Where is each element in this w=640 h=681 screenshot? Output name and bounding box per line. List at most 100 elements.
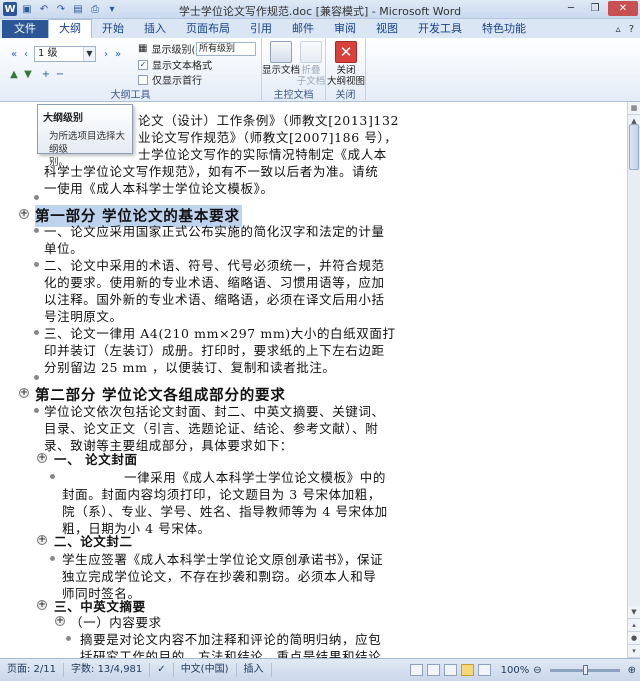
draft-view-icon[interactable] [477, 664, 491, 676]
tab-mailings[interactable]: 邮件 [282, 20, 324, 38]
show-level-value: 所有级别 [199, 44, 236, 54]
doc-line: 一、论文应采用国家正式公布实施的简化汉字和法定的计量 [44, 224, 385, 239]
zoom-out-icon[interactable]: ⊖ [533, 665, 541, 676]
expand-heading-icon[interactable]: + [37, 600, 47, 610]
tab-file[interactable]: 文件 [2, 20, 48, 38]
subdocument-icon [300, 41, 322, 63]
zoom-slider-knob[interactable] [582, 664, 588, 675]
tooltip-title: 大纲级别 [43, 113, 83, 124]
show-first-line-checkbox[interactable] [138, 74, 148, 85]
expand-icon[interactable]: + [40, 68, 52, 80]
word-count[interactable]: 字数: 13/4,981 [64, 663, 151, 677]
outline-view-icon[interactable] [460, 664, 474, 676]
promote-to-heading1-icon[interactable]: « [8, 48, 20, 60]
tab-references[interactable]: 引用 [240, 20, 282, 38]
demote-icon[interactable]: › [100, 48, 112, 60]
tab-developer[interactable]: 开发工具 [408, 20, 472, 38]
promote-icon[interactable]: ‹ [20, 48, 32, 60]
tab-outline[interactable]: 大纲 [48, 19, 92, 38]
page-indicator[interactable]: 页面: 2/11 [0, 663, 65, 677]
word-app-icon[interactable]: W [3, 2, 17, 16]
show-first-line-label: 仅显示首行 [152, 76, 202, 87]
list-bullet[interactable] [34, 330, 39, 335]
vertical-scrollbar[interactable]: ▦ ▲ ▼ ▴ ● ▾ [627, 102, 640, 658]
doc-line: 一使用《成人本科学士学位论文模板》。 [44, 181, 274, 196]
save-icon[interactable]: ▣ [20, 2, 34, 16]
next-page-icon[interactable]: ▾ [628, 645, 640, 658]
undo-icon[interactable]: ↶ [37, 2, 51, 16]
show-text-format-checkbox[interactable]: ✓ [138, 59, 148, 70]
zoom-slider[interactable] [549, 664, 620, 675]
expand-heading-icon[interactable]: + [19, 209, 29, 219]
show-first-line-row[interactable]: 仅显示首行 [138, 73, 202, 87]
tab-home[interactable]: 开始 [92, 20, 134, 38]
chevron-down-icon: ▼ [83, 47, 95, 61]
tab-page-layout[interactable]: 页面布局 [176, 20, 240, 38]
expand-heading-icon[interactable]: + [19, 388, 29, 398]
close-outline-icon: ✕ [335, 41, 357, 63]
empty-bullet[interactable] [34, 375, 39, 380]
status-right: 100% ⊖ ⊕ [409, 664, 640, 676]
help-icon[interactable]: ? [629, 24, 634, 35]
show-text-format-row[interactable]: ✓ 显示文本格式 [138, 58, 212, 72]
list-bullet[interactable] [34, 262, 39, 267]
heading-section1[interactable]: 一、 论文封面 [54, 449, 138, 468]
scroll-thumb[interactable] [629, 124, 639, 170]
expand-heading-icon[interactable]: + [37, 535, 47, 545]
list-bullet[interactable] [34, 408, 39, 413]
ribbon: « ‹ 1 级 ▼ › » ▲ ▼ + − ▦ 显示级别(S): 所有级别 ✓ … [0, 38, 640, 102]
tooltip-line: 别。 [49, 157, 69, 168]
collapse-label-line1: 折叠 [301, 65, 321, 76]
minimize-ribbon-icon[interactable]: ▵ [616, 24, 621, 35]
insert-mode[interactable]: 插入 [237, 663, 272, 677]
language-indicator[interactable]: 中文(中国) [174, 663, 237, 677]
heading-section2[interactable]: 二、论文封二 [54, 531, 133, 550]
tab-review[interactable]: 审阅 [324, 20, 366, 38]
collapse-subdocuments-button[interactable]: 折叠 子文档 [292, 41, 330, 87]
close-outline-view-button[interactable]: ✕ 关闭 大纲视图 [327, 41, 365, 87]
ruler-toggle-icon[interactable]: ▦ [628, 102, 640, 115]
zoom-level[interactable]: 100% [501, 665, 530, 676]
close-group-label: 关闭 [335, 90, 356, 101]
previous-page-icon[interactable]: ▴ [628, 619, 640, 632]
zoom-in-icon[interactable]: ⊕ [628, 665, 636, 676]
outline-tools-group: « ‹ 1 级 ▼ › » ▲ ▼ + − ▦ 显示级别(S): 所有级别 ✓ … [0, 38, 262, 102]
master-document-label: 主控文档 [273, 90, 314, 101]
proofing-icon[interactable]: ✓ [150, 663, 174, 677]
expand-heading-icon[interactable]: + [55, 616, 65, 626]
web-layout-icon[interactable] [443, 664, 457, 676]
select-browse-object-icon[interactable]: ● [628, 632, 640, 645]
demote-to-body-icon[interactable]: » [112, 48, 124, 60]
print-preview-icon[interactable]: ▤ [71, 2, 85, 16]
status-bar: 页面: 2/11 字数: 13/4,981 ✓ 中文(中国) 插入 100% ⊖… [0, 658, 640, 681]
close-icon[interactable]: ✕ [608, 1, 638, 16]
print-layout-view-icon[interactable] [409, 664, 423, 676]
scroll-down-icon[interactable]: ▼ [628, 606, 640, 619]
customize-icon[interactable]: ▾ [105, 2, 119, 16]
doc-line: 分别留边 25 mm ，以便装订、复制和读者批注。 [44, 360, 336, 375]
tooltip-line: 为所选项目选择大纲级 [49, 131, 126, 155]
ribbon-tabs: 文件 大纲 开始 插入 页面布局 引用 邮件 审阅 视图 开发工具 特色功能 ▵… [0, 19, 640, 38]
empty-bullet[interactable] [34, 195, 39, 200]
list-bullet[interactable] [66, 636, 71, 641]
show-level-select[interactable]: 所有级别 [196, 42, 256, 56]
list-bullet[interactable] [50, 474, 55, 479]
print-icon[interactable]: ⎙ [88, 2, 102, 16]
list-bullet[interactable] [50, 556, 55, 561]
list-bullet[interactable] [34, 228, 39, 233]
redo-icon[interactable]: ↷ [54, 2, 68, 16]
tab-insert[interactable]: 插入 [134, 20, 176, 38]
tab-view[interactable]: 视图 [366, 20, 408, 38]
move-down-icon[interactable]: ▼ [22, 68, 34, 80]
tab-features[interactable]: 特色功能 [472, 20, 536, 38]
collapse-icon[interactable]: − [54, 68, 66, 80]
minimize-icon[interactable]: ─ [560, 1, 582, 16]
document-icon [270, 41, 292, 63]
outline-level-select[interactable]: 1 级 ▼ [34, 46, 96, 62]
quick-access-toolbar: W ▣ ↶ ↷ ▤ ⎙ ▾ [0, 2, 119, 16]
restore-icon[interactable]: ❐ [584, 1, 606, 16]
document-area[interactable]: 论文（设计）工作条例》（师教文[2013]132 业论文写作规范》（师教文[20… [0, 102, 627, 658]
full-screen-reading-icon[interactable] [426, 664, 440, 676]
expand-heading-icon[interactable]: + [37, 453, 47, 463]
move-up-icon[interactable]: ▲ [8, 68, 20, 80]
